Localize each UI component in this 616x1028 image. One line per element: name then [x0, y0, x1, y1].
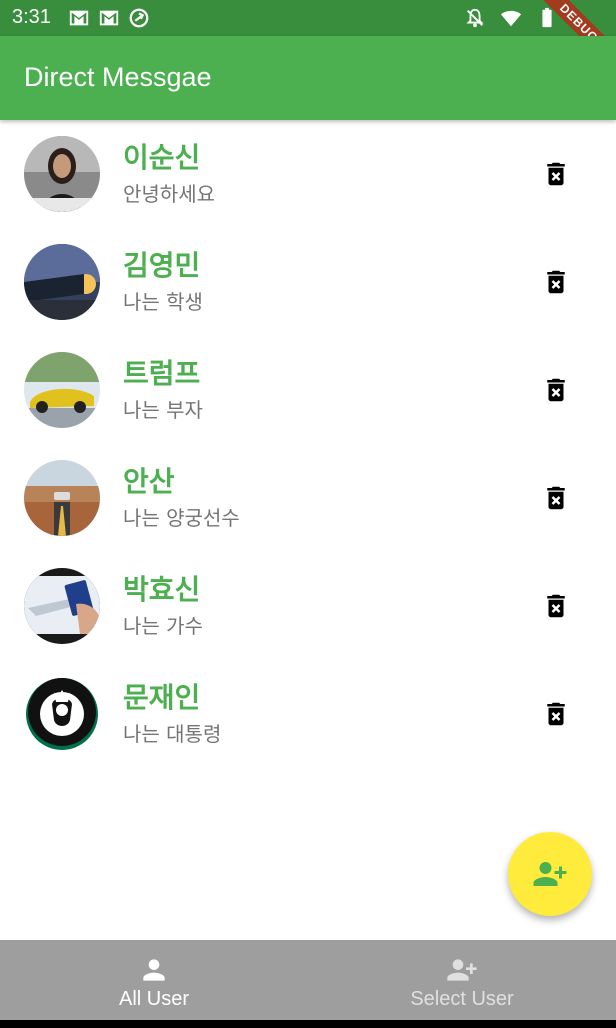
app-bar: Direct Messgae	[0, 36, 616, 120]
user-list-item[interactable]: 문재인 나는 대통령	[0, 660, 616, 768]
user-message: 나는 가수	[123, 614, 203, 638]
avatar	[24, 244, 100, 320]
add-user-fab[interactable]	[508, 832, 592, 916]
user-list: 이순신 안녕하세요 김영민 나는 학생 트럼프 나는 부자 안산 나는 양궁선수…	[0, 120, 616, 768]
user-message: 나는 대통령	[123, 722, 222, 746]
page-title: Direct Messgae	[24, 62, 212, 92]
user-list-item[interactable]: 안산 나는 양궁선수	[0, 444, 616, 552]
status-bar: 3:31 DEBUG	[0, 0, 616, 83]
gmail-icon	[99, 10, 119, 26]
bottom-navigation: All User Select User	[0, 940, 616, 1020]
avatar	[24, 352, 100, 428]
user-name: 트럼프	[123, 357, 201, 390]
bell-off-icon	[466, 8, 484, 28]
user-name: 안산	[123, 465, 175, 498]
user-name: 박효신	[123, 573, 201, 606]
user-name: 김영민	[123, 249, 201, 282]
delete-button[interactable]	[541, 266, 571, 298]
nav-all-user-label: All User	[118, 988, 189, 1010]
avatar	[24, 136, 100, 212]
trash-icon	[547, 378, 565, 402]
nav-select-user-label: Select User	[410, 988, 514, 1010]
gmail-icon	[69, 10, 89, 26]
trash-icon	[547, 162, 565, 186]
user-name: 이순신	[123, 141, 201, 174]
delete-button[interactable]	[541, 482, 571, 514]
delete-button[interactable]	[541, 590, 571, 622]
status-left-icons	[68, 7, 150, 29]
person-add-icon	[447, 959, 477, 981]
person-add-icon	[533, 862, 567, 886]
user-list-item[interactable]: 박효신 나는 가수	[0, 552, 616, 660]
status-right-icons	[464, 7, 558, 29]
avatar	[24, 460, 100, 536]
user-name: 문재인	[123, 681, 201, 714]
user-message: 나는 부자	[123, 398, 203, 422]
nav-select-user[interactable]: Select User	[308, 940, 616, 1020]
nav-all-user[interactable]: All User	[0, 940, 308, 1020]
sync-icon	[129, 8, 149, 28]
trash-icon	[547, 594, 565, 618]
trash-icon	[547, 702, 565, 726]
status-time: 3:31	[12, 6, 51, 28]
trash-icon	[547, 270, 565, 294]
avatar	[24, 568, 100, 644]
user-list-item[interactable]: 김영민 나는 학생	[0, 228, 616, 336]
delete-button[interactable]	[541, 374, 571, 406]
user-list-item[interactable]: 이순신 안녕하세요	[0, 120, 616, 228]
user-message: 나는 학생	[123, 290, 203, 314]
avatar	[24, 676, 100, 752]
user-list-item[interactable]: 트럼프 나는 부자	[0, 336, 616, 444]
user-message: 나는 양궁선수	[123, 506, 240, 530]
person-icon	[143, 959, 165, 981]
delete-button[interactable]	[541, 158, 571, 190]
wifi-icon	[500, 10, 522, 27]
trash-icon	[547, 486, 565, 510]
system-nav-bar	[0, 1020, 616, 1028]
user-message: 안녕하세요	[123, 182, 215, 206]
delete-button[interactable]	[541, 698, 571, 730]
